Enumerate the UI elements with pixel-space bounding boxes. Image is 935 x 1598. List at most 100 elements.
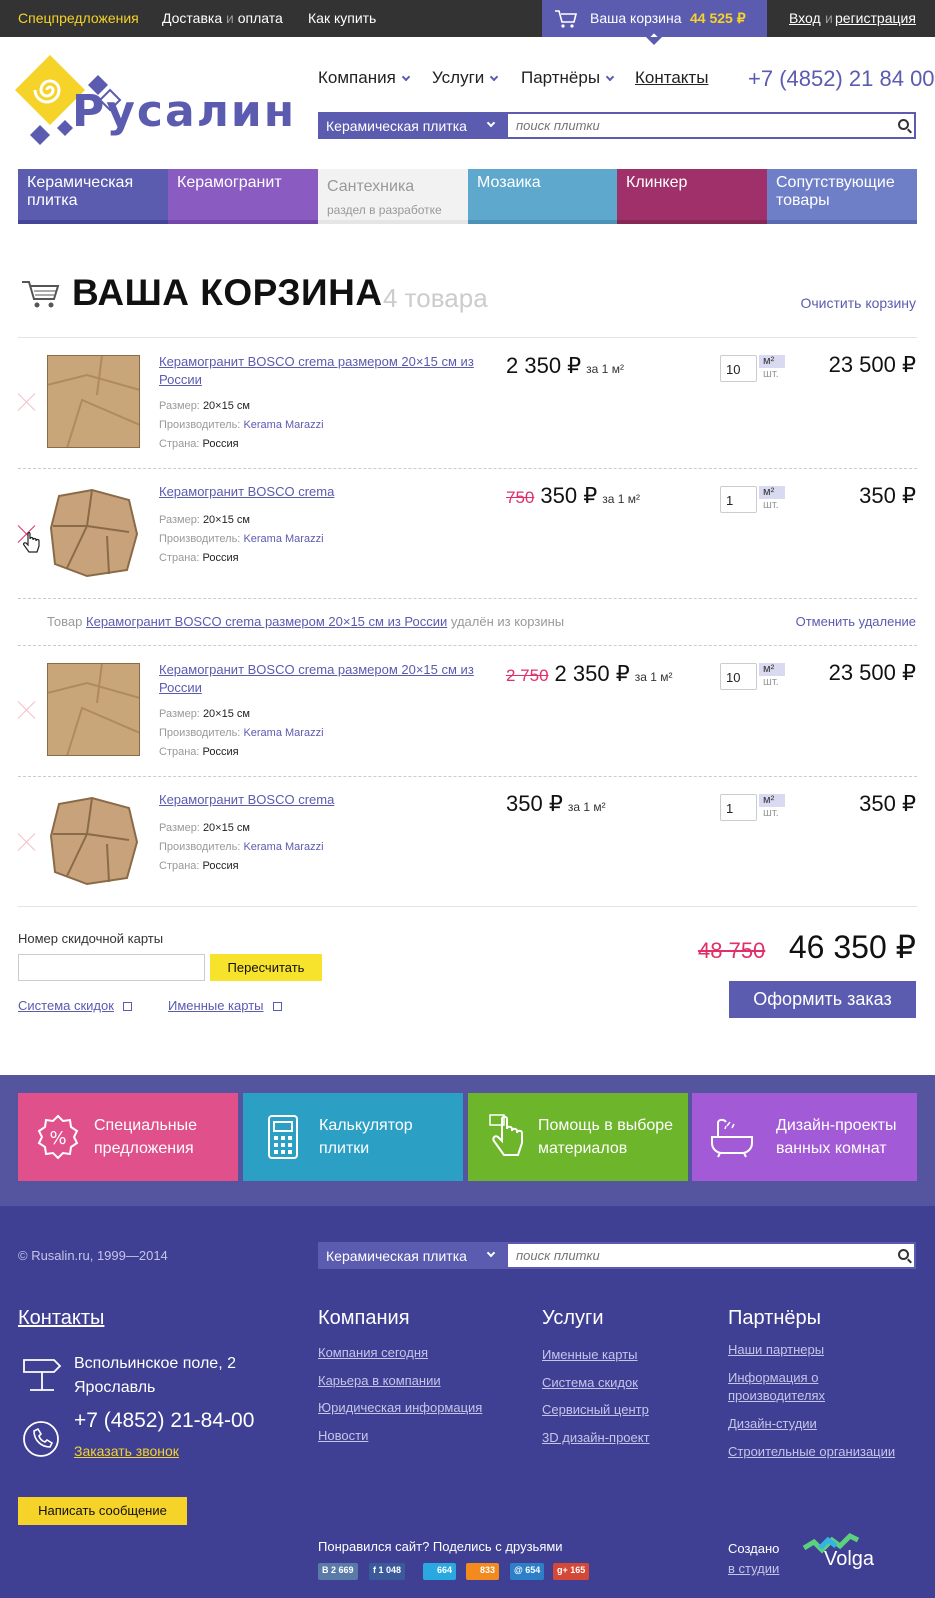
search-category-select[interactable]: Керамическая плитка <box>318 1242 506 1269</box>
search-icon[interactable] <box>898 1249 909 1260</box>
item-name-link[interactable]: Керамогранит BOSCO crema <box>159 483 479 501</box>
request-callback-link[interactable]: Заказать звонок <box>74 1443 179 1459</box>
footer-link[interactable]: Система скидок <box>542 1369 650 1397</box>
nav-services[interactable]: Услуги <box>432 68 499 88</box>
remove-item-icon[interactable] <box>18 833 36 851</box>
footer: © Rusalin.ru, 1999—2014 Керамическая пли… <box>0 1206 935 1598</box>
login-link[interactable]: Вход <box>789 10 821 26</box>
footer-link[interactable]: Строительные организации <box>728 1443 918 1461</box>
checkout-button[interactable]: Оформить заказ <box>729 981 916 1018</box>
promo-material-help[interactable]: Помощь в выборе материалов <box>468 1093 688 1181</box>
quantity-input[interactable]: 10 <box>720 663 757 690</box>
unit-pcs[interactable]: шт. <box>759 676 785 689</box>
search-icon[interactable] <box>898 119 909 130</box>
volga-logo[interactable]: Volga <box>802 1528 874 1570</box>
item-maker-link[interactable]: Kerama Marazzi <box>243 533 323 545</box>
write-message-button[interactable]: Написать сообщение <box>18 1497 187 1525</box>
item-price: 2 750 2 350 ₽ за 1 м² <box>506 661 672 687</box>
item-name-link[interactable]: Керамогранит BOSCO crema <box>159 791 479 809</box>
unit-m2[interactable]: м² <box>759 663 785 676</box>
cart-summary-button[interactable]: Ваша корзина 44 525 ₽ <box>542 0 767 45</box>
footer-link[interactable]: Дизайн-студии <box>728 1415 918 1433</box>
recalculate-button[interactable]: Пересчитать <box>210 954 322 981</box>
clear-cart-link[interactable]: Очистить корзину <box>801 295 917 311</box>
unit-toggle[interactable]: м² шт. <box>759 486 785 512</box>
item-name-link[interactable]: Керамогранит BOSCO crema размером 20×15 … <box>159 661 479 697</box>
odnoklassniki-share-button[interactable]: 833 <box>466 1563 500 1580</box>
item-maker-link[interactable]: Kerama Marazzi <box>243 727 323 739</box>
footer-link[interactable]: Сервисный центр <box>542 1396 650 1424</box>
category-mosaic[interactable]: Мозаика <box>468 169 618 224</box>
category-porcelain[interactable]: Керамогранит <box>168 169 318 224</box>
nav-contacts[interactable]: Контакты <box>635 68 708 88</box>
category-related[interactable]: Сопутствующие товары <box>767 169 917 224</box>
item-price: 750 350 ₽ за 1 м² <box>506 483 640 509</box>
item-maker-link[interactable]: Kerama Marazzi <box>243 419 323 431</box>
promo-special-offers[interactable]: % Специальные предложения <box>18 1093 238 1181</box>
search-input[interactable] <box>506 112 916 139</box>
item-name-link[interactable]: Керамогранит BOSCO crema размером 20×15 … <box>159 353 479 389</box>
footer-link[interactable]: Наши партнеры <box>728 1341 918 1359</box>
unit-toggle[interactable]: м² шт. <box>759 794 785 820</box>
special-offers-link[interactable]: Спецпредложения <box>18 10 139 26</box>
search-category-select[interactable]: Керамическая плитка <box>318 112 506 139</box>
discount-system-link[interactable]: Система скидок <box>18 998 132 1013</box>
remove-item-icon[interactable] <box>18 393 36 411</box>
remove-item-icon[interactable] <box>18 701 36 719</box>
footer-link[interactable]: 3D дизайн-проект <box>542 1424 650 1452</box>
unit-toggle[interactable]: м² шт. <box>759 663 785 689</box>
site-logo[interactable]: Русалин <box>10 50 295 145</box>
footer-contacts-title[interactable]: Контакты <box>18 1307 104 1330</box>
googleplus-share-button[interactable]: g+ 165 <box>553 1563 590 1580</box>
footer-link[interactable]: Компания сегодня <box>318 1339 482 1367</box>
divider <box>18 645 917 646</box>
item-maker-link[interactable]: Kerama Marazzi <box>243 841 323 853</box>
country-label: Страна: <box>159 552 200 564</box>
price-unit: за 1 м² <box>586 362 624 376</box>
how-to-buy-link[interactable]: Как купить <box>308 10 376 26</box>
cart-icon <box>22 281 60 308</box>
footer-link[interactable]: Карьера в компании <box>318 1367 482 1395</box>
facebook-share-button[interactable]: f 1 048 <box>369 1563 406 1580</box>
quantity-input[interactable]: 1 <box>720 486 757 513</box>
register-link[interactable]: регистрация <box>835 10 916 26</box>
discount-card-input[interactable] <box>18 954 205 981</box>
nav-company-label: Компания <box>318 68 396 87</box>
unit-pcs[interactable]: шт. <box>759 499 785 512</box>
item-country: Россия <box>202 552 239 564</box>
unit-pcs[interactable]: шт. <box>759 807 785 820</box>
unit-m2[interactable]: м² <box>759 794 785 807</box>
hand-pointer-icon <box>489 1114 523 1156</box>
price-unit: за 1 м² <box>634 670 673 684</box>
delivery-link[interactable]: Доставка и оплата <box>162 10 283 26</box>
unit-pcs[interactable]: шт. <box>759 368 785 381</box>
vk-share-button[interactable]: В 2 669 <box>318 1563 358 1580</box>
footer-link[interactable]: Именные карты <box>542 1341 650 1369</box>
studio-link[interactable]: в студии <box>728 1559 779 1579</box>
quantity-input[interactable]: 10 <box>720 355 757 382</box>
twitter-count: 664 <box>437 1565 453 1575</box>
promo-bathroom-design[interactable]: Дизайн-проекты ванных комнат <box>692 1093 917 1181</box>
unit-m2[interactable]: м² <box>759 486 785 499</box>
removed-item-link[interactable]: Керамогранит BOSCO crema размером 20×15 … <box>86 614 447 629</box>
footer-link[interactable]: Новости <box>318 1422 482 1450</box>
header-phone[interactable]: +7 (4852) 21 84 00 <box>748 66 935 92</box>
unit-toggle[interactable]: м² шт. <box>759 355 785 381</box>
search-input[interactable] <box>506 1242 916 1269</box>
footer-phone[interactable]: +7 (4852) 21-84-00 <box>74 1409 254 1433</box>
named-cards-link[interactable]: Именные карты <box>168 998 282 1013</box>
promo-tile-calculator[interactable]: Калькулятор плитки <box>243 1093 463 1181</box>
undo-remove-link[interactable]: Отменить удаление <box>796 614 916 629</box>
chevron-down-icon <box>486 118 496 128</box>
footer-link[interactable]: Юридическая информация <box>318 1394 482 1422</box>
unit-m2[interactable]: м² <box>759 355 785 368</box>
twitter-share-button[interactable]: 664 <box>423 1563 457 1580</box>
nav-company[interactable]: Компания <box>318 68 411 88</box>
category-clinker[interactable]: Клинкер <box>617 169 767 224</box>
quantity-input[interactable]: 1 <box>720 794 757 821</box>
category-ceramic-tile[interactable]: Керамическая плитка <box>18 169 168 224</box>
footer-link[interactable]: Информация о производителях <box>728 1369 918 1405</box>
mailru-share-button[interactable]: @ 654 <box>510 1563 545 1580</box>
item-size: 20×15 см <box>202 708 250 720</box>
nav-partners[interactable]: Партнёры <box>521 68 615 88</box>
